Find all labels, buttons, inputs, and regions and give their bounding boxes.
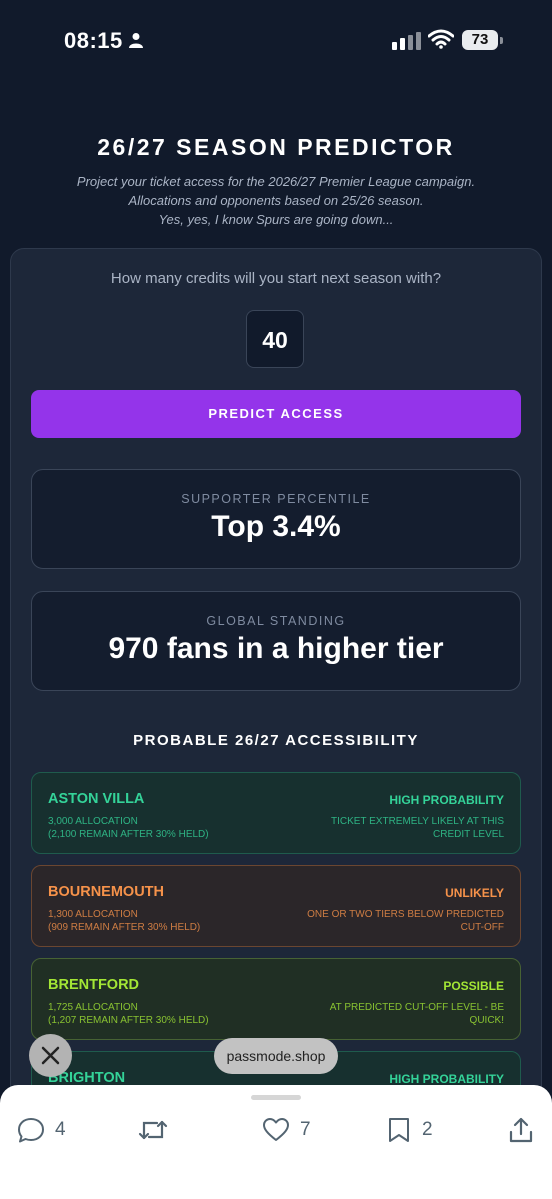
predict-access-button[interactable]: PREDICT ACCESS bbox=[31, 390, 521, 438]
allocation-line: 3,000 ALLOCATION bbox=[48, 816, 138, 827]
section-title: PROBABLE 26/27 ACCESSIBILITY bbox=[133, 732, 419, 749]
allocation-line: (909 REMAIN AFTER 30% HELD) bbox=[48, 922, 201, 933]
share-button[interactable] bbox=[508, 1115, 534, 1145]
probability-badge: UNLIKELY bbox=[445, 886, 504, 900]
repost-button[interactable] bbox=[137, 1115, 169, 1145]
bookmark-button[interactable]: 2 bbox=[386, 1115, 433, 1145]
probability-note: AT PREDICTED CUT-OFF LEVEL - BE QUICK! bbox=[329, 1002, 504, 1026]
battery-indicator: 73 bbox=[462, 30, 498, 50]
stat-value: 970 fans in a higher tier bbox=[108, 632, 444, 665]
probability-note: ONE OR TWO TIERS BELOW PREDICTED CUT-OFF bbox=[307, 909, 504, 933]
club-name: ASTON VILLA bbox=[48, 791, 145, 807]
stat-value: Top 3.4% bbox=[211, 510, 341, 543]
like-count: 7 bbox=[300, 1119, 311, 1140]
battery-nub bbox=[500, 37, 503, 44]
club-allocation: 3,000 ALLOCATION (2,100 REMAIN AFTER 30%… bbox=[48, 815, 209, 841]
club-allocation: 1,300 ALLOCATION (909 REMAIN AFTER 30% H… bbox=[48, 908, 200, 934]
bottom-action-bar: 4 7 2 bbox=[0, 1085, 552, 1199]
stat-label: SUPPORTER PERCENTILE bbox=[181, 492, 371, 506]
like-button[interactable]: 7 bbox=[262, 1115, 311, 1145]
person-icon bbox=[129, 33, 143, 48]
heart-icon bbox=[263, 1118, 289, 1141]
club-row-bournemouth: BOURNEMOUTH 1,300 ALLOCATION (909 REMAIN… bbox=[31, 865, 521, 947]
bookmark-icon bbox=[389, 1118, 409, 1142]
probability-badge: HIGH PROBABILITY bbox=[389, 1072, 504, 1086]
subtitle-line: Project your ticket access for the 2026/… bbox=[76, 174, 476, 189]
reply-button[interactable]: 4 bbox=[17, 1115, 66, 1145]
supporter-percentile-card: SUPPORTER PERCENTILE Top 3.4% bbox=[31, 469, 521, 569]
stat-label: GLOBAL STANDING bbox=[206, 614, 346, 628]
bookmark-count: 2 bbox=[422, 1119, 433, 1140]
close-icon bbox=[41, 1046, 60, 1065]
repost-icon bbox=[138, 1120, 168, 1140]
share-icon bbox=[509, 1117, 533, 1143]
reply-icon bbox=[18, 1118, 44, 1143]
status-bar: 08:15 73 bbox=[0, 0, 552, 84]
status-time: 08:15 bbox=[64, 28, 123, 53]
global-standing-card: GLOBAL STANDING 970 fans in a higher tie… bbox=[31, 591, 521, 691]
allocation-line: (1,207 REMAIN AFTER 30% HELD) bbox=[48, 1015, 209, 1026]
reply-count: 4 bbox=[55, 1119, 66, 1140]
club-allocation: 1,725 ALLOCATION (1,207 REMAIN AFTER 30%… bbox=[48, 1001, 209, 1027]
subtitle-line: Allocations and opponents based on 25/26… bbox=[128, 193, 424, 208]
close-button[interactable] bbox=[29, 1034, 72, 1077]
allocation-line: 1,725 ALLOCATION bbox=[48, 1002, 138, 1013]
allocation-line: (2,100 REMAIN AFTER 30% HELD) bbox=[48, 829, 209, 840]
club-name: BOURNEMOUTH bbox=[48, 884, 164, 900]
page-subtitle: Project your ticket access for the 2026/… bbox=[40, 172, 512, 229]
sheet-grabber[interactable] bbox=[251, 1095, 301, 1100]
probability-badge: POSSIBLE bbox=[443, 979, 504, 993]
page-title: 26/27 SEASON PREDICTOR bbox=[97, 134, 455, 160]
credits-question: How many credits will you start next sea… bbox=[110, 270, 442, 287]
wifi-icon bbox=[428, 29, 454, 49]
club-name: BRENTFORD bbox=[48, 977, 140, 993]
signal-icon bbox=[392, 32, 421, 50]
probability-note: TICKET EXTREMELY LIKELY AT THIS CREDIT L… bbox=[330, 816, 504, 840]
url-pill[interactable]: passmode.shop bbox=[214, 1038, 338, 1074]
allocation-line: 1,300 ALLOCATION bbox=[48, 909, 138, 920]
subtitle-line: Yes, yes, I know Spurs are going down... bbox=[158, 212, 394, 227]
credits-input[interactable]: 40 bbox=[246, 310, 304, 368]
club-row-aston-villa: ASTON VILLA 3,000 ALLOCATION (2,100 REMA… bbox=[31, 772, 521, 854]
probability-badge: HIGH PROBABILITY bbox=[389, 793, 504, 807]
club-row-brentford: BRENTFORD 1,725 ALLOCATION (1,207 REMAIN… bbox=[31, 958, 521, 1040]
